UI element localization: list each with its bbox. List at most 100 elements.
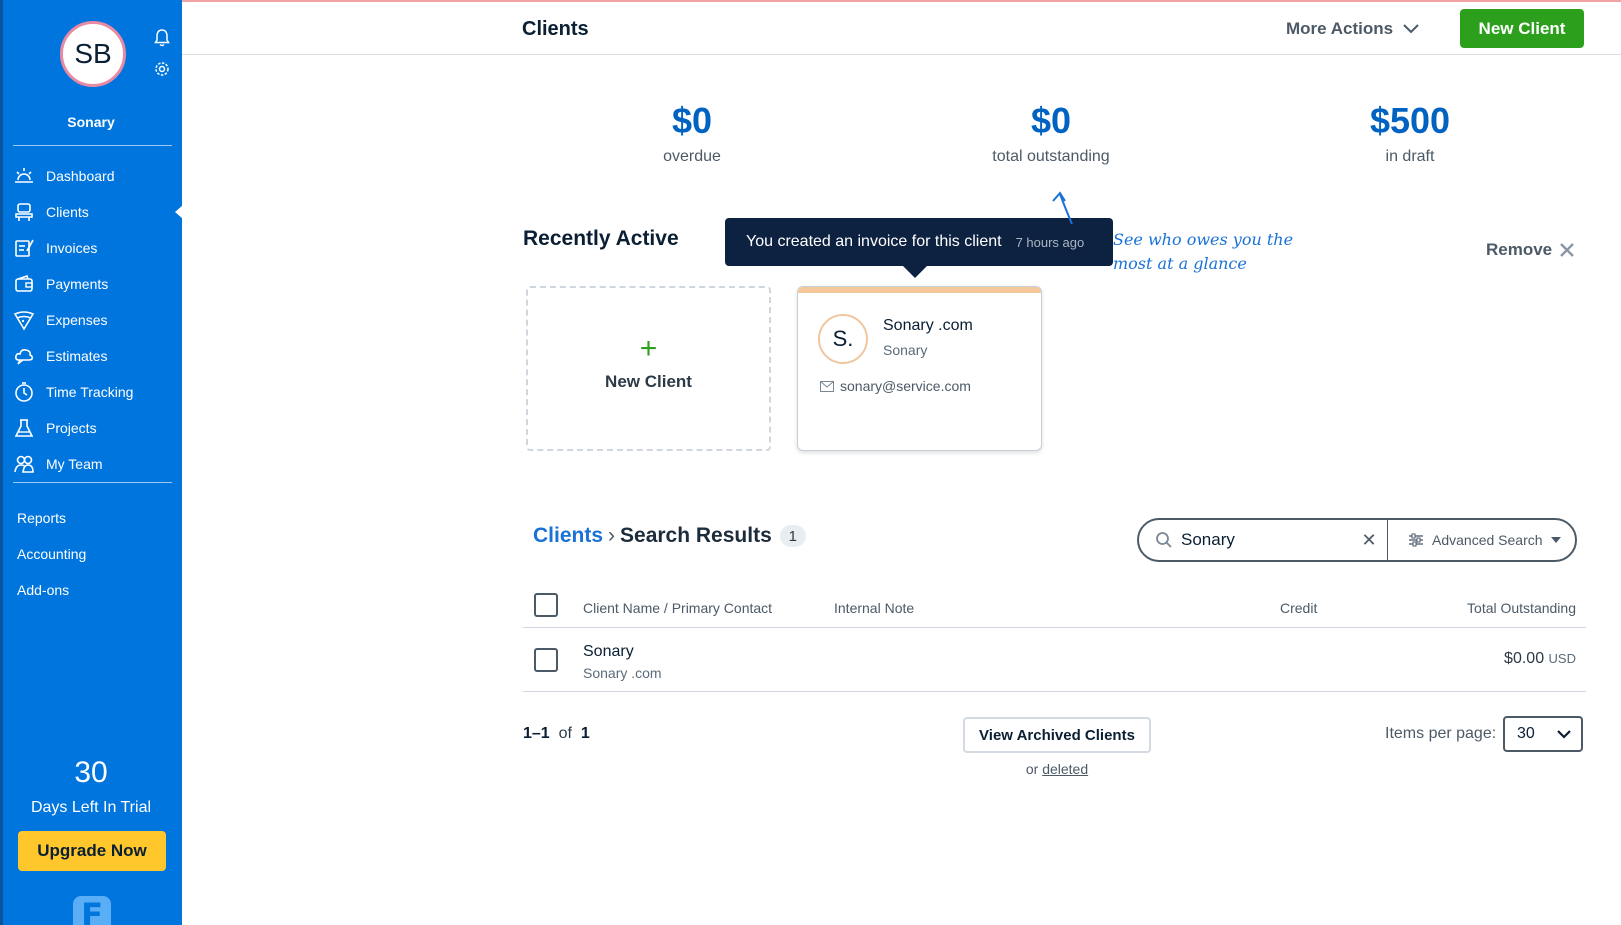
col-client-name[interactable]: Client Name / Primary Contact [583,600,772,616]
advanced-search-label: Advanced Search [1432,532,1543,548]
sidebar-item-label: Time Tracking [46,384,134,400]
pager-total: 1 [580,725,590,742]
pager-of: of [558,725,572,742]
row-amount: $0.00 [1504,650,1545,667]
sidebar-item-label: Payments [46,276,109,292]
outstanding-label: total outstanding [992,148,1110,165]
sidebar-item-expenses[interactable]: Expenses [13,302,182,338]
company-name[interactable]: Sonary [0,114,182,130]
items-per-page-label: Items per page: [1385,725,1497,742]
deleted-link-line: or deleted [963,761,1151,777]
sidebar-item-label: Invoices [46,240,98,256]
sidebar-item-reports[interactable]: Reports [17,500,86,536]
sidebar-item-accounting[interactable]: Accounting [17,536,86,572]
recent-client-card[interactable]: S. Sonary .com Sonary sonary@service.com [797,286,1042,451]
sidebar-item-clients[interactable]: Clients [13,194,183,230]
client-search-box: ✕ Advanced Search [1137,518,1577,562]
new-client-card-label: New Client [605,372,692,391]
caret-down-icon [1550,537,1561,543]
row-client-contact: Sonary .com [583,665,662,681]
sidebar-secondary-nav: Reports Accounting Add-ons [17,500,86,608]
advanced-search-button[interactable]: Advanced Search [1408,532,1561,548]
avatar[interactable]: SB [60,21,126,87]
results-count-badge: 1 [779,525,806,547]
outstanding-value: $0 [1030,100,1072,141]
sidebar-item-projects[interactable]: Projects [13,410,182,446]
team-icon [13,453,35,475]
col-internal-note[interactable]: Internal Note [834,600,914,616]
or-text: or [1025,761,1039,777]
sidebar-item-payments[interactable]: Payments [13,266,182,302]
page-title: Clients [522,18,589,40]
freshbooks-logo: F [73,896,111,925]
pager-range: 1–1 [523,725,550,742]
search-icon [1156,532,1172,548]
deleted-link[interactable]: deleted [1042,761,1088,777]
client-avatar: S. [818,314,868,364]
view-archived-clients-button[interactable]: View Archived Clients [963,717,1151,753]
gear-icon[interactable] [154,61,170,77]
overdue-label: overdue [663,148,721,165]
client-card-company: Sonary [883,342,928,358]
sidebar-item-label: Projects [46,420,97,436]
new-client-button[interactable]: New Client [1460,9,1584,48]
table-row[interactable]: Sonary Sonary .com $0.00 USD [523,628,1586,692]
breadcrumb-clients-link[interactable]: Clients [533,524,603,548]
sliders-icon [1409,533,1423,547]
hint-arrow-icon [1052,191,1073,225]
upgrade-now-button[interactable]: Upgrade Now [18,831,166,871]
search-input[interactable] [1181,530,1351,550]
clear-search-icon[interactable]: ✕ [1357,530,1381,551]
plus-icon: + [639,332,658,365]
search-divider [1387,520,1388,560]
col-total-outstanding[interactable]: Total Outstanding [1467,600,1576,616]
envelope-icon [820,380,834,392]
sidebar-item-dashboard[interactable]: Dashboard [13,158,182,194]
client-card-email: sonary@service.com [820,378,971,394]
row-client-name[interactable]: Sonary [583,643,634,661]
sidebar-item-time-tracking[interactable]: Time Tracking [13,374,182,410]
clock-icon [13,381,35,403]
sidebar-item-label: Estimates [46,348,108,364]
breadcrumb: Clients › Search Results 1 [533,524,806,548]
sidebar-item-estimates[interactable]: Estimates [13,338,182,374]
hint-note: See who owes you the most at a glance [1113,230,1294,273]
items-per-page-select[interactable]: 30 [1503,716,1583,752]
breadcrumb-current: Search Results [620,524,772,547]
invoices-icon [13,237,35,259]
card-accent-bar [798,287,1041,293]
bell-icon[interactable] [154,29,170,47]
dashboard-sun-icon [13,165,35,187]
chevron-down-icon [1403,24,1419,34]
client-email-text: sonary@service.com [840,378,971,394]
sidebar-item-add-ons[interactable]: Add-ons [17,572,86,608]
draft-stat[interactable]: $500 in draft [1310,100,1510,166]
sidebar-item-invoices[interactable]: Invoices [13,230,182,266]
app-root: SB Sonary Dashboard Clients Invoices Pay… [0,0,1621,925]
sidebar: SB Sonary Dashboard Clients Invoices Pay… [0,0,183,925]
total-outstanding-stat[interactable]: $0 total outstanding [951,100,1151,166]
row-outstanding: $0.00 USD [1504,650,1576,668]
expenses-pizza-icon [13,309,35,331]
row-checkbox[interactable] [534,648,558,672]
chevron-right-icon: › [608,524,616,547]
select-all-checkbox[interactable] [534,593,558,617]
estimates-cloud-icon [13,345,35,367]
sidebar-item-label: Clients [46,204,89,220]
col-credit[interactable]: Credit [1280,600,1317,616]
overdue-stat[interactable]: $0 overdue [592,100,792,166]
clients-icon [13,201,35,223]
row-currency: USD [1548,651,1576,666]
more-actions-dropdown[interactable]: More Actions [1286,19,1419,39]
trial-days-label: Days Left In Trial [30,799,152,816]
draft-value: $500 [1369,100,1451,141]
sidebar-item-my-team[interactable]: My Team [13,446,182,482]
client-card-name: Sonary .com [883,317,973,334]
flask-icon [13,417,35,439]
remove-label: Remove [1486,240,1553,259]
tooltip-time: 7 hours ago [1015,234,1085,250]
new-client-card[interactable]: + New Client [526,286,771,451]
sidebar-item-label: Expenses [46,312,108,328]
sidebar-divider [13,482,172,483]
remove-button[interactable]: Remove [1486,240,1574,260]
